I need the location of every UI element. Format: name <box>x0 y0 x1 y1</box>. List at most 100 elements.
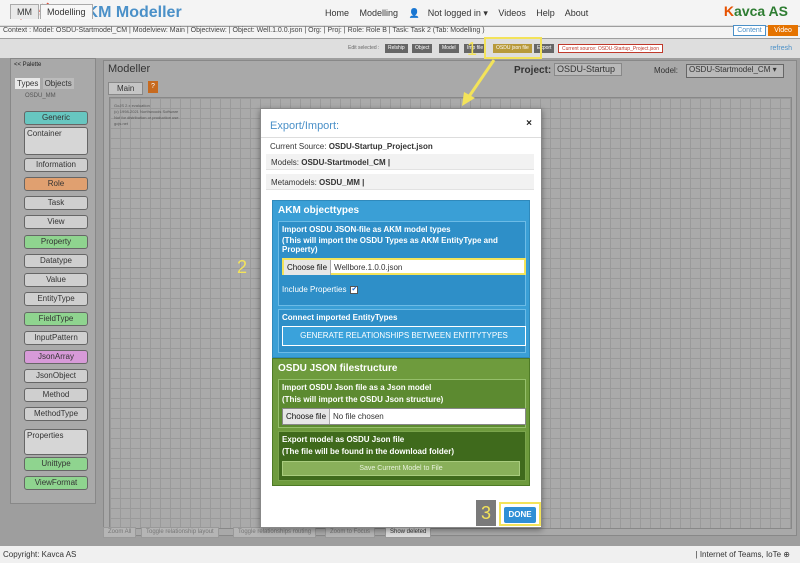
kavca-brand: Kavca AS <box>723 3 788 19</box>
user-icon: 👤 <box>408 8 420 18</box>
footer-copyright: Copyright: Kavca AS <box>3 550 77 559</box>
nav-login[interactable]: Not logged in ▾ <box>428 8 488 18</box>
connect-heading: Connect imported EntityTypes <box>282 313 398 322</box>
video-button[interactable]: Video <box>768 25 798 36</box>
palette-item-view[interactable]: View <box>24 215 88 229</box>
relship-button[interactable]: Relship <box>385 44 408 53</box>
callout-number-2: 2 <box>237 257 248 277</box>
callout-box-1 <box>484 37 542 59</box>
generate-relationships-button[interactable]: GENERATE RELATIONSHIPS BETWEEN ENTITYTYP… <box>282 326 526 346</box>
nav-home[interactable]: Home <box>325 8 349 18</box>
import-osdu-types-panel: Import OSDU JSON-file as AKM model types… <box>278 221 526 306</box>
palette-item-value[interactable]: Value <box>24 273 88 287</box>
osdu-json-section: OSDU JSON filestructure Import OSDU Json… <box>272 358 530 486</box>
tab-mm[interactable]: MM <box>10 4 39 19</box>
footer: Copyright: Kavca AS | Internet of Teams,… <box>0 546 800 563</box>
export-json-panel: Export model as OSDU Json file (The file… <box>278 431 526 481</box>
main-nav: Home Modelling 👤 Not logged in ▾ Videos H… <box>325 8 596 19</box>
palette-item-information[interactable]: Information <box>24 158 88 172</box>
model-label: Model: <box>654 66 679 75</box>
import-json-panel: Import OSDU Json file as a Json model (T… <box>278 379 526 428</box>
footer-right: | Internet of Teams, IoTe ⊕ <box>695 550 790 559</box>
palette-item-task[interactable]: Task <box>24 196 88 210</box>
osdu-section-title: OSDU JSON filestructure <box>278 363 398 374</box>
show-deleted-button[interactable]: Show deleted <box>385 527 432 538</box>
modal-title: Export/Import: <box>270 120 340 132</box>
osdu-file-input[interactable]: Choose file No file chosen <box>282 408 526 425</box>
palette-item-inputpattern[interactable]: InputPattern <box>24 331 88 345</box>
palette-item-jsonarray[interactable]: JsonArray <box>24 350 88 364</box>
metamodels-row: Metamodels: OSDU_MM | <box>266 174 534 190</box>
palette-tabs: Types Objects <box>15 78 74 89</box>
tab-modelling[interactable]: Modelling <box>40 4 93 19</box>
no-file-chosen: No file chosen <box>333 412 384 421</box>
object-button[interactable]: Object <box>412 44 433 53</box>
nav-videos[interactable]: Videos <box>498 8 525 18</box>
toggle-layout-button[interactable]: Toggle relationship layout <box>141 527 219 538</box>
palette-toggle[interactable]: << Palette <box>11 59 95 71</box>
palette-item-role[interactable]: Role <box>24 177 88 191</box>
palette-item-property[interactable]: Property <box>24 235 88 249</box>
nav-about[interactable]: About <box>565 8 589 18</box>
current-source-row: Current Source: OSDU-Startup_Project.jso… <box>270 142 433 151</box>
current-source-badge: Current source: OSDU-Startup_Project.jso… <box>558 44 663 53</box>
palette-item-container[interactable]: Container <box>24 127 88 155</box>
include-properties-row: Include Properties ✔ <box>282 285 359 294</box>
zoom-all-button[interactable]: Zoom All <box>103 527 137 538</box>
palette-item-datatype[interactable]: Datatype <box>24 254 88 268</box>
palette-item-unittype[interactable]: Unittype <box>24 457 88 471</box>
callout-number-1: 1 <box>467 39 478 59</box>
import-json-heading: Import OSDU Json file as a Json model <box>282 383 432 392</box>
project-name-field[interactable]: OSDU-Startup <box>554 63 622 76</box>
divider <box>261 137 541 138</box>
context-line: Context : Model: OSDU-Startmodel_CM | Mo… <box>0 27 800 38</box>
close-icon[interactable]: × <box>526 118 532 129</box>
palette-tab-objects[interactable]: Objects <box>42 78 74 89</box>
project-label: Project: <box>514 65 552 76</box>
palette-tab-types[interactable]: Types <box>15 78 41 89</box>
nav-help[interactable]: Help <box>536 8 555 18</box>
choose-file-button[interactable]: Choose file <box>284 260 332 275</box>
callout-arrow-icon <box>462 59 496 106</box>
palette-item-viewformat[interactable]: ViewFormat <box>24 476 88 490</box>
gojs-notice: GoJS 2.x evaluation (c) 1998-2021 Northw… <box>114 103 179 126</box>
palette-item-generic[interactable]: Generic <box>24 111 88 125</box>
nav-modelling[interactable]: Modelling <box>360 8 399 18</box>
palette-item-entitytype[interactable]: EntityType <box>24 292 88 306</box>
tab-main[interactable]: Main <box>108 82 144 95</box>
globe-icon: ⊕ <box>783 550 790 559</box>
include-properties-checkbox[interactable]: ✔ <box>350 285 359 294</box>
chosen-file-name: Wellbore.1.0.0.json <box>334 263 403 272</box>
model-select[interactable]: OSDU-Startmodel_CM ▾ <box>686 64 784 78</box>
modeller-title: Modeller <box>108 63 151 75</box>
zoom-focus-button[interactable]: Zoom to Focus <box>325 527 376 538</box>
callout-box-3 <box>499 502 541 526</box>
akm-section-title: AKM objecttypes <box>278 205 360 216</box>
edit-selected-label: Edit selected : <box>348 45 380 51</box>
callout-number-3: 3 <box>476 500 496 526</box>
palette-item-fieldtype[interactable]: FieldType <box>24 312 88 326</box>
add-tab-button[interactable]: ? <box>148 81 158 93</box>
toggle-routing-button[interactable]: Toggle relationships routing <box>233 527 317 538</box>
import-json-note: (This will import the OSDU Json structur… <box>282 395 444 404</box>
choose-file-button-2[interactable]: Choose file <box>283 409 331 424</box>
palette-item-method[interactable]: Method <box>24 388 88 402</box>
export-json-note: (The file will be found in the download … <box>282 447 454 456</box>
content-button[interactable]: Content <box>733 25 766 36</box>
export-import-modal: Export/Import: × Current Source: OSDU-St… <box>260 108 542 528</box>
refresh-link[interactable]: refresh <box>770 45 792 52</box>
palette-item-methodtype[interactable]: MethodType <box>24 407 88 421</box>
palette-item-properties[interactable]: Properties <box>24 429 88 455</box>
model-button[interactable]: Model <box>439 44 459 53</box>
include-properties-label: Include Properties <box>282 285 347 294</box>
akm-objecttypes-section: AKM objecttypes Import OSDU JSON-file as… <box>272 200 530 358</box>
palette-panel: << Palette Types Objects OSDU_MM Generic… <box>10 58 96 504</box>
save-current-model-button[interactable]: Save Current Model to File <box>282 461 520 476</box>
import-types-note-2: Property) <box>282 245 318 254</box>
export-json-heading: Export model as OSDU Json file <box>282 435 405 444</box>
akm-file-input[interactable]: Choose file Wellbore.1.0.0.json <box>282 258 526 275</box>
palette-item-jsonobject[interactable]: JsonObject <box>24 369 88 383</box>
connect-entitytypes-panel: Connect imported EntityTypes GENERATE RE… <box>278 309 526 353</box>
import-types-heading: Import OSDU JSON-file as AKM model types <box>282 225 451 234</box>
top-bar: equinor AKM Modeller Home Modelling 👤Not… <box>0 0 800 26</box>
